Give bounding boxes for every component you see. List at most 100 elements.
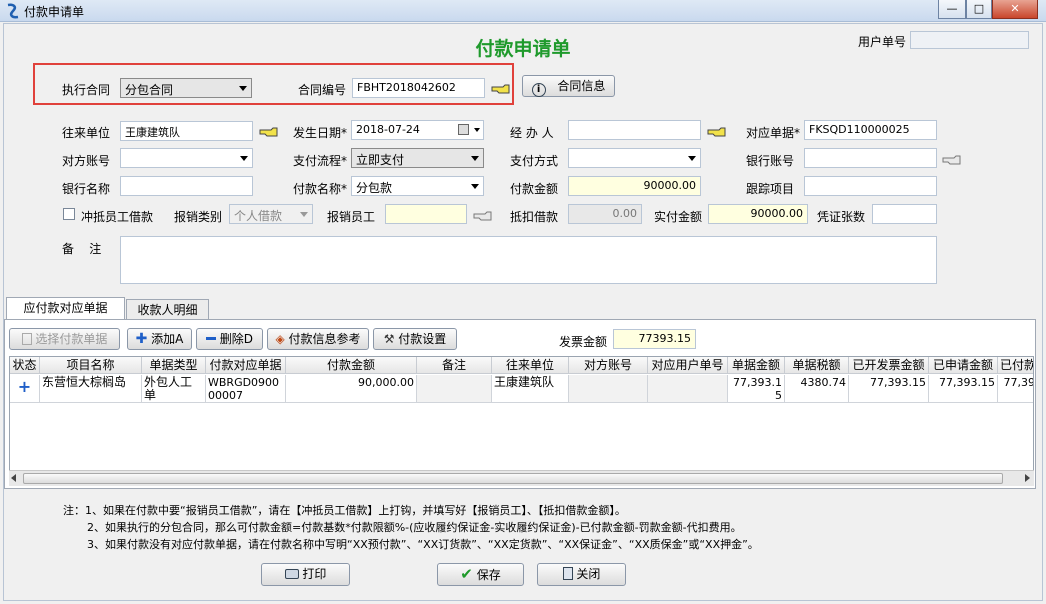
window-titlebar: 付款申请单 — □ ✕ [0,0,1046,22]
checkmark-icon: ✔ [460,565,473,583]
scroll-thumb[interactable] [23,473,1003,484]
bank-acct-label: 银行账号 [746,154,795,168]
pay-amount-field[interactable]: 90000.00 [568,176,701,196]
tab-payee-detail[interactable]: 收款人明细 [126,299,209,321]
column-header[interactable]: 单据税额 [785,357,849,374]
pointer-hand-icon[interactable] [473,210,493,222]
deduct-field[interactable]: 0.00 [568,204,642,224]
pointer-hand-icon[interactable] [491,83,511,95]
pointer-hand-icon[interactable] [942,154,962,166]
actual-label: 实付金额 [654,210,703,224]
document-icon [21,333,32,345]
offset-label: 冲抵员工借款 [81,210,154,224]
delete-button[interactable]: 删除D [196,328,263,350]
pay-ref-button[interactable]: ◈ 付款信息参考 [267,328,369,350]
track-field[interactable] [804,176,937,196]
cell-amount[interactable]: 90,000.00 [286,375,417,403]
scroll-right-icon[interactable] [1025,474,1030,482]
pay-method-select[interactable] [568,148,701,168]
cell-project[interactable]: 东营恒大棕榈岛 [40,375,142,403]
pay-flow-value: 立即支付 [356,153,405,167]
voucher-field[interactable] [872,204,937,224]
exec-contract-select[interactable]: 分包合同 [120,78,252,98]
printer-icon [284,569,299,579]
claim-emp-field[interactable] [385,204,467,224]
claim-type-label: 报销类别 [174,210,223,224]
cell-user-no[interactable] [648,375,728,403]
calendar-icon[interactable] [458,124,469,135]
pointer-hand-icon[interactable] [707,126,727,138]
cell-doc-type[interactable]: 外包人工单 [142,375,206,403]
user-no-field[interactable] [910,31,1029,49]
bank-acct-field[interactable] [804,148,937,168]
bank-name-field[interactable] [120,176,253,196]
cell-partner[interactable]: 王康建筑队 [492,375,569,403]
column-header[interactable]: 单据类型 [142,357,206,374]
column-header[interactable]: 备注 [417,357,492,374]
actual-field[interactable]: 90000.00 [708,204,808,224]
chevron-down-icon [471,156,479,161]
minimize-button[interactable]: — [938,0,966,19]
scroll-left-icon[interactable] [11,474,16,482]
select-docs-button[interactable]: 选择付款单据 [9,328,120,350]
pay-flow-label: 支付流程* [293,154,348,168]
contract-info-button[interactable]: i 合同信息 [522,75,615,97]
cell-doc-no[interactable]: WBRGD090000007 [206,375,286,403]
cell-counter-acct[interactable] [569,375,648,403]
contract-info-label: 合同信息 [557,79,606,93]
handler-field[interactable] [568,120,701,140]
counter-acct-select[interactable] [120,148,253,168]
cell-doc-amount[interactable]: 77,393.15 [728,375,785,403]
date-label: 发生日期* [293,126,348,140]
remark-textarea[interactable] [120,236,937,284]
contract-no-field[interactable]: FBHT2018042602 [352,78,485,98]
info-icon: i [531,83,546,97]
close-window-button[interactable]: ✕ [992,0,1038,19]
add-button[interactable]: ✚ 添加A [127,328,192,350]
tab-payable-docs[interactable]: 应付款对应单据 [6,297,125,320]
pay-name-select[interactable]: 分包款 [351,176,484,196]
column-header[interactable]: 状态 [10,357,40,374]
maximize-button[interactable]: □ [966,0,992,19]
date-field[interactable]: 2018-07-24 [351,120,484,140]
column-header[interactable]: 对方账号 [569,357,648,374]
row-status-plus-icon[interactable]: + [10,375,40,403]
cell-tax[interactable]: 4380.74 [785,375,849,403]
cell-invoiced[interactable]: 77,393.15 [849,375,929,403]
claim-type-select[interactable]: 个人借款 [229,204,313,224]
cell-paid[interactable]: 77,39 [998,375,1033,403]
save-button[interactable]: ✔ 保存 [437,563,524,586]
remark-label: 备 注 [62,242,102,256]
chevron-down-icon[interactable] [474,128,480,132]
column-header[interactable]: 付款对应单据 [206,357,286,374]
exit-door-icon [562,567,573,580]
handler-label: 经 办 人 [510,126,554,140]
offset-checkbox[interactable] [63,208,75,220]
print-button[interactable]: 打印 [261,563,350,586]
pay-settings-button[interactable]: ⚒ 付款设置 [373,328,457,350]
column-header[interactable]: 已开发票金额 [849,357,929,374]
column-header[interactable]: 单据金额 [728,357,785,374]
close-button[interactable]: 关闭 [537,563,626,586]
deduct-label: 抵扣借款 [510,210,559,224]
date-value: 2018-07-24 [356,123,420,136]
pointer-hand-icon[interactable] [259,126,279,138]
cell-remark[interactable] [417,375,492,403]
column-header[interactable]: 对应用户单号 [648,357,728,374]
column-header[interactable]: 已付款 [998,357,1033,374]
ref-doc-label: 对应单据* [746,126,801,140]
cell-applied[interactable]: 77,393.15 [929,375,998,403]
horizontal-scrollbar[interactable] [9,470,1034,486]
chevron-down-icon [688,156,696,161]
claim-type-value: 个人借款 [234,209,283,223]
column-header[interactable]: 付款金额 [286,357,417,374]
column-header[interactable]: 已申请金额 [929,357,998,374]
column-header[interactable]: 项目名称 [40,357,142,374]
partner-field[interactable]: 王康建筑队 [120,121,253,141]
pay-flow-select[interactable]: 立即支付 [351,148,484,168]
invoice-label: 发票金额 [559,335,608,349]
invoice-field[interactable]: 77393.15 [613,329,696,349]
column-header[interactable]: 往来单位 [492,357,569,374]
ref-doc-field[interactable]: FKSQD110000025 [804,120,937,140]
add-label: 添加A [151,332,184,346]
